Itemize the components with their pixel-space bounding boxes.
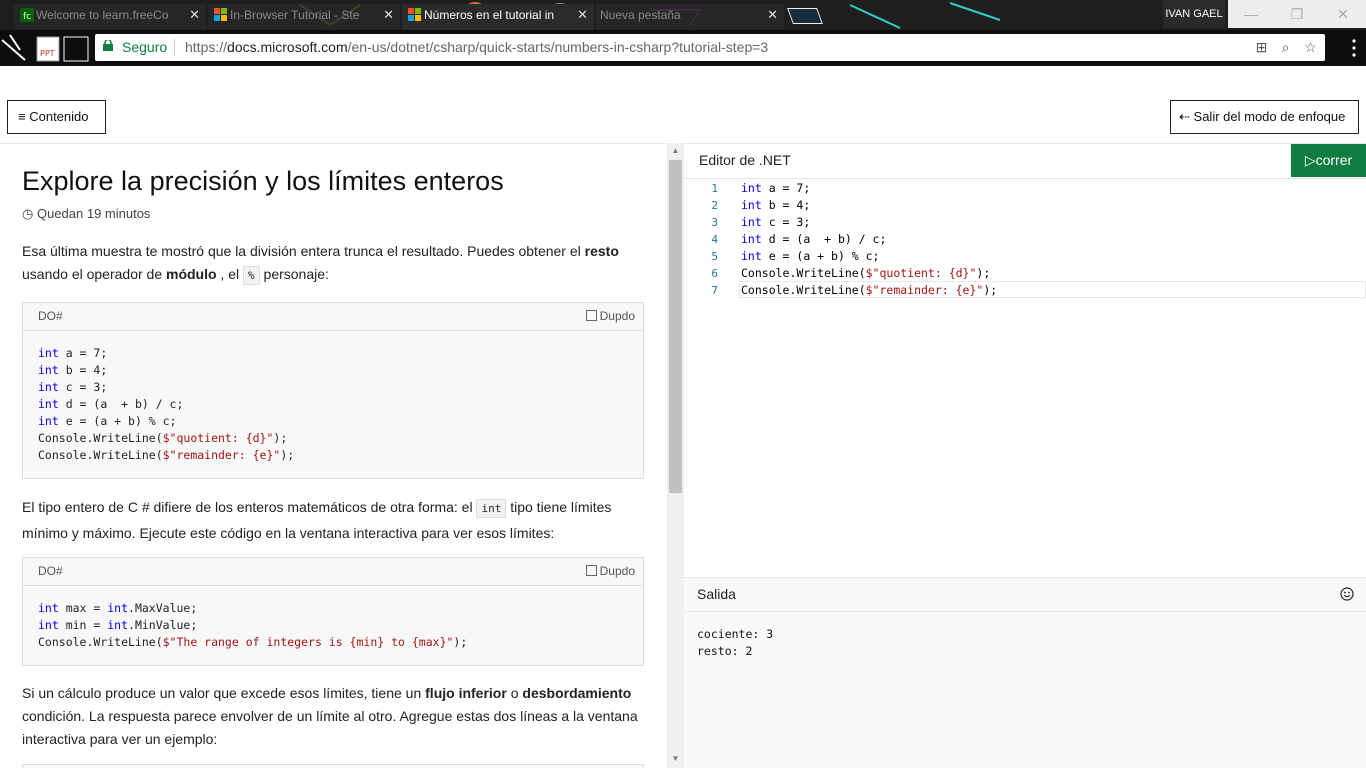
- code-line: int d = (a + b) / c;: [741, 232, 887, 246]
- close-tab-icon[interactable]: ✕: [577, 4, 588, 26]
- exit-icon: ⇠: [1179, 109, 1190, 124]
- svg-text:fc: fc: [23, 12, 31, 22]
- code-line: int a = 7;: [741, 181, 811, 195]
- divider: [684, 611, 1366, 612]
- code-block-partial: [22, 764, 644, 768]
- code-language: DO#: [38, 309, 63, 323]
- run-label: correr: [1315, 152, 1353, 168]
- line-number: 3: [711, 216, 718, 229]
- scroll-up-icon[interactable]: ▲: [671, 146, 680, 155]
- code-block-header: DO# Dupdo: [23, 558, 643, 586]
- scrollbar-thumb[interactable]: [669, 160, 682, 493]
- dotnet-editor: Editor de .NET ▷correr 1 2 3 4 5 6 7 int…: [684, 143, 1366, 577]
- tab-freecodecamp[interactable]: fc Welcome to learn.freeCo ✕: [14, 4, 206, 30]
- output-title: Salida: [697, 586, 736, 602]
- code-line: Console.WriteLine($"remainder: {e}");: [741, 283, 998, 297]
- time-remaining: ◷ Quedan 19 minutos: [22, 206, 150, 222]
- code-editor[interactable]: 1 2 3 4 5 6 7 int a = 7; int b = 4; int …: [684, 178, 1366, 578]
- tab-label: Welcome to learn.freeCo: [36, 8, 169, 22]
- time-remaining-text: Quedan 19 minutos: [36, 206, 151, 221]
- lock-icon: [103, 40, 113, 51]
- code-line: int b = 4;: [741, 198, 811, 212]
- code-line: Console.WriteLine($"quotient: {d}");: [741, 266, 991, 280]
- play-icon: ▷: [1304, 152, 1316, 168]
- tab-numeros-tutorial[interactable]: Números en el tutorial in ✕: [402, 4, 594, 30]
- copy-button[interactable]: Dupdo: [585, 564, 635, 578]
- paragraph-modulo: Esa última muestra te mostró que la divi…: [22, 240, 644, 287]
- microsoft-favicon: [214, 8, 227, 21]
- feedback-smiley-icon[interactable]: [1340, 587, 1354, 601]
- tab-strip: fc Welcome to learn.freeCo ✕ In-Browser …: [0, 0, 1366, 30]
- exit-focus-mode-button[interactable]: ⇠ Salir del modo de enfoque: [1170, 100, 1359, 134]
- tab-label: In-Browser Tutorial - Ste: [230, 8, 360, 22]
- tab-label: Números en el tutorial in: [424, 8, 555, 22]
- exit-focus-label: Salir del modo de enfoque: [1193, 109, 1346, 124]
- output-text: cociente: 3 resto: 2: [697, 627, 774, 658]
- tab-in-browser-tutorial[interactable]: In-Browser Tutorial - Ste ✕: [208, 4, 400, 30]
- output-panel: Salida cociente: 3 resto: 2: [684, 577, 1366, 768]
- url-text[interactable]: https://docs.microsoft.com/en-us/dotnet/…: [185, 39, 768, 55]
- code-block-limits: DO# Dupdo int max = int.MaxValue; int mi…: [22, 557, 644, 666]
- freecodecamp-favicon: fc: [20, 8, 34, 22]
- secure-label: Seguro: [122, 39, 168, 55]
- code-block-header: DO# Dupdo: [23, 303, 643, 331]
- browser-toolbar: PPT Seguro https://docs.microsoft.com/en…: [0, 30, 1366, 66]
- translate-icon[interactable]: ⊞: [1253, 39, 1270, 56]
- address-bar[interactable]: Seguro https://docs.microsoft.com/en-us/…: [95, 34, 1325, 61]
- line-number: 7: [711, 284, 718, 297]
- tutorial-article: Explore la precisión y los límites enter…: [0, 143, 667, 768]
- tab-nueva-pestana[interactable]: Nueva pestaña ✕: [596, 4, 784, 30]
- scroll-down-icon[interactable]: ▼: [671, 754, 680, 763]
- code-line: int e = (a + b) % c;: [741, 249, 880, 263]
- code-language: DO#: [38, 564, 63, 578]
- svg-text:PPT: PPT: [40, 49, 55, 58]
- contents-button[interactable]: ≡ Contenido: [7, 100, 106, 134]
- line-number: 5: [711, 250, 718, 263]
- bookmark-star-icon[interactable]: ☆: [1302, 39, 1319, 56]
- zoom-icon[interactable]: ⌕: [1277, 39, 1294, 56]
- close-tab-icon[interactable]: ✕: [189, 4, 200, 26]
- inline-code: %: [243, 266, 260, 285]
- inline-code: int: [476, 499, 507, 518]
- line-number: 6: [711, 267, 718, 280]
- copy-button[interactable]: Dupdo: [585, 309, 635, 323]
- code-content: int a = 7; int b = 4; int c = 3; int d =…: [38, 346, 295, 462]
- copy-icon: [585, 310, 597, 321]
- contents-label: Contenido: [29, 109, 89, 124]
- run-button[interactable]: ▷correr: [1291, 144, 1366, 177]
- divider: [174, 39, 175, 56]
- paragraph-overflow: Si un cálculo produce un valor que exced…: [22, 685, 638, 747]
- profile-button[interactable]: IVAN GAEL: [1163, 0, 1225, 28]
- theme-background: PPT: [1, 34, 89, 62]
- new-tab-button[interactable]: [787, 8, 823, 24]
- paragraph-int-limits: El tipo entero de C # difiere de los ent…: [22, 499, 612, 541]
- article-scrollbar[interactable]: ▲ ▼: [667, 143, 684, 768]
- restore-button[interactable]: ❐: [1274, 0, 1320, 28]
- close-tab-icon[interactable]: ✕: [383, 4, 394, 26]
- microsoft-favicon: [408, 8, 421, 21]
- editor-title: Editor de .NET: [699, 152, 791, 168]
- minimize-button[interactable]: —: [1228, 0, 1274, 28]
- copy-icon: [585, 565, 597, 576]
- hamburger-icon: ≡: [18, 109, 26, 124]
- line-number: 4: [711, 233, 718, 246]
- tab-label: Nueva pestaña: [600, 8, 681, 22]
- clock-icon: ◷: [22, 206, 34, 221]
- code-content: int max = int.MaxValue; int min = int.Mi…: [38, 601, 468, 649]
- page-title: Explore la precisión y los límites enter…: [22, 166, 504, 196]
- line-number: 1: [711, 182, 718, 195]
- close-window-button[interactable]: ✕: [1320, 0, 1366, 28]
- chrome-menu-icon[interactable]: [1352, 38, 1356, 58]
- code-line: int c = 3;: [741, 215, 811, 229]
- close-tab-icon[interactable]: ✕: [767, 4, 778, 26]
- line-number: 2: [711, 199, 718, 212]
- code-block-modulo: DO# Dupdo int a = 7; int b = 4; int c = …: [22, 302, 644, 479]
